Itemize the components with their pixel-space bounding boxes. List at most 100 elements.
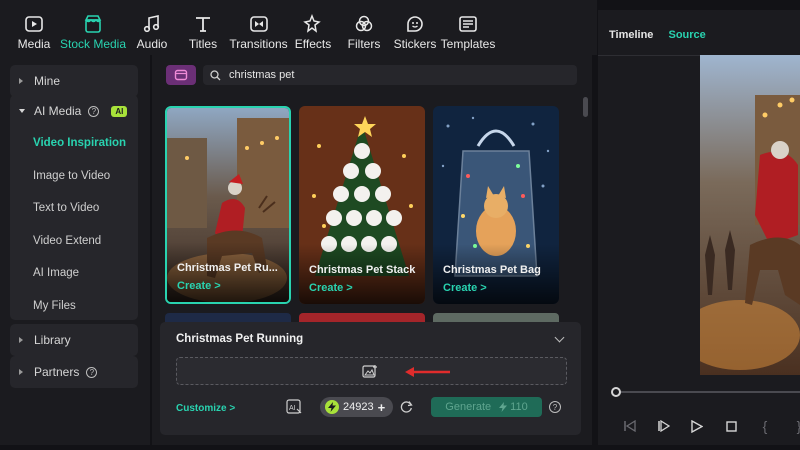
scrollbar-thumb[interactable] — [583, 97, 588, 117]
sticker-icon — [407, 16, 423, 32]
tab-effects-label: Effects — [294, 37, 332, 51]
playback-controls: { } — [612, 418, 800, 434]
tab-templates[interactable]: Templates — [441, 0, 495, 55]
top-toolbar: Media Stock Media Audio Titles Transitio… — [0, 0, 597, 55]
tab-titles[interactable]: Titles — [176, 0, 230, 55]
tab-audio-label: Audio — [136, 37, 168, 51]
create-link[interactable]: Create > — [177, 280, 221, 292]
store-icon — [174, 69, 188, 81]
sidebar-item-ai-media-label: AI Media — [34, 104, 82, 118]
music-note-icon — [143, 15, 160, 33]
next-frame-button[interactable] — [646, 420, 680, 432]
sidebar-group-ai-media: AI Media ? AI Video Inspiration Image to… — [10, 95, 138, 320]
customize-link[interactable]: Customize > — [176, 403, 235, 414]
app-window: Media Stock Media Audio Titles Transitio… — [0, 0, 800, 450]
ai-badge: AI — [111, 105, 128, 117]
tab-stock-media-label: Stock Media — [59, 37, 127, 51]
playhead-handle[interactable] — [611, 387, 621, 397]
search-bar[interactable]: christmas pet — [203, 65, 577, 85]
sidebar-item-partners-label: Partners — [34, 365, 80, 379]
generate-button[interactable]: Generate 110 — [431, 397, 542, 417]
tab-media-label: Media — [17, 37, 51, 51]
help-icon[interactable]: ? — [549, 401, 561, 413]
tab-stickers[interactable]: Stickers — [389, 0, 441, 55]
tab-media[interactable]: Media — [10, 0, 58, 55]
red-arrow-icon — [405, 367, 450, 377]
tab-effects[interactable]: Effects — [287, 0, 339, 55]
templates-icon — [459, 16, 477, 32]
card-title: Christmas Pet Bag — [443, 264, 541, 276]
mark-out-button[interactable]: } — [782, 418, 800, 434]
category-button[interactable] — [166, 65, 196, 85]
sidebar-item-mine-label: Mine — [34, 74, 61, 88]
tab-source[interactable]: Source — [669, 29, 706, 41]
sidebar-item-ai-media[interactable]: AI Media ? AI — [10, 95, 138, 127]
tab-templates-label: Templates — [440, 37, 496, 51]
stock-media-icon — [84, 15, 102, 33]
tab-transitions-label: Transitions — [229, 37, 288, 51]
create-link[interactable]: Create > — [443, 282, 487, 294]
caret-right-icon — [19, 78, 23, 84]
play-icon — [691, 419, 703, 433]
create-link[interactable]: Create > — [309, 282, 353, 294]
image-upload-dropzone[interactable] — [176, 357, 567, 385]
tab-timeline[interactable]: Timeline — [609, 29, 653, 41]
help-icon[interactable]: ? — [86, 366, 98, 378]
tab-audio[interactable]: Audio — [128, 0, 176, 55]
sidebar-item-mine[interactable]: Mine — [10, 65, 138, 97]
play-button[interactable] — [680, 419, 714, 433]
step-back-icon — [623, 420, 636, 432]
sidebar-item-library-label: Library — [34, 333, 71, 347]
sidebar-item-partners[interactable]: Partners? — [10, 356, 138, 388]
credits-value: 24923 — [343, 401, 374, 413]
template-detail-panel: Christmas Pet Running Customize > AI 249… — [160, 322, 581, 435]
ai-image-icon[interactable]: AI — [286, 399, 303, 415]
template-card-pet-stack[interactable]: Christmas Pet Stack Create > — [299, 106, 425, 304]
mark-in-button[interactable]: { — [748, 418, 782, 434]
tab-stickers-label: Stickers — [393, 37, 437, 51]
template-card-pet-running[interactable]: Christmas Pet Ru... Create > — [165, 106, 291, 304]
refresh-icon[interactable] — [400, 400, 413, 413]
credits-balance[interactable]: 24923 + — [320, 397, 393, 417]
playback-progress-track[interactable] — [616, 391, 800, 393]
caret-right-icon — [19, 337, 23, 343]
add-image-icon — [362, 365, 377, 378]
stop-icon — [725, 420, 737, 432]
sidebar-item-image-to-video[interactable]: Image to Video — [10, 160, 138, 193]
bolt-icon — [325, 400, 339, 414]
caret-right-icon — [19, 369, 23, 375]
video-preview — [700, 55, 800, 375]
effects-sparkle-icon — [303, 14, 321, 33]
template-card-pet-bag[interactable]: Christmas Pet Bag Create > — [433, 106, 559, 304]
generate-cost: 110 — [499, 401, 528, 413]
sidebar-item-video-extend[interactable]: Video Extend — [10, 225, 138, 258]
card-title: Christmas Pet Ru... — [177, 262, 278, 274]
tab-transitions[interactable]: Transitions — [229, 0, 288, 55]
search-input[interactable]: christmas pet — [229, 69, 294, 81]
sidebar-item-library[interactable]: Library — [10, 324, 138, 356]
prev-frame-button[interactable] — [612, 420, 646, 432]
sidebar-item-ai-image[interactable]: AI Image — [10, 257, 138, 290]
chevron-down-icon[interactable] — [554, 332, 565, 343]
generate-label: Generate — [445, 401, 492, 413]
media-icon — [25, 16, 43, 32]
filters-icon — [355, 15, 373, 32]
transitions-icon — [249, 16, 268, 32]
content-panel: christmas pet Christmas Pet Ru... Create… — [152, 55, 592, 445]
bolt-icon — [499, 402, 508, 412]
generate-cost-value: 110 — [510, 401, 528, 413]
tab-filters-label: Filters — [347, 37, 381, 51]
tab-stock-media[interactable]: Stock Media — [58, 0, 128, 55]
stop-button[interactable] — [714, 420, 748, 432]
tab-filters[interactable]: Filters — [339, 0, 389, 55]
search-icon — [210, 69, 221, 80]
tab-titles-label: Titles — [188, 37, 218, 51]
plus-icon[interactable]: + — [378, 400, 386, 415]
sidebar-item-text-to-video[interactable]: Text to Video — [10, 192, 138, 225]
sidebar-item-my-files[interactable]: My Files — [10, 290, 138, 323]
caret-down-icon — [19, 109, 25, 113]
help-icon[interactable]: ? — [88, 105, 100, 117]
sidebar-item-video-inspiration[interactable]: Video Inspiration — [10, 127, 138, 160]
panel-title: Christmas Pet Running — [176, 333, 304, 345]
preview-frame — [700, 55, 800, 375]
